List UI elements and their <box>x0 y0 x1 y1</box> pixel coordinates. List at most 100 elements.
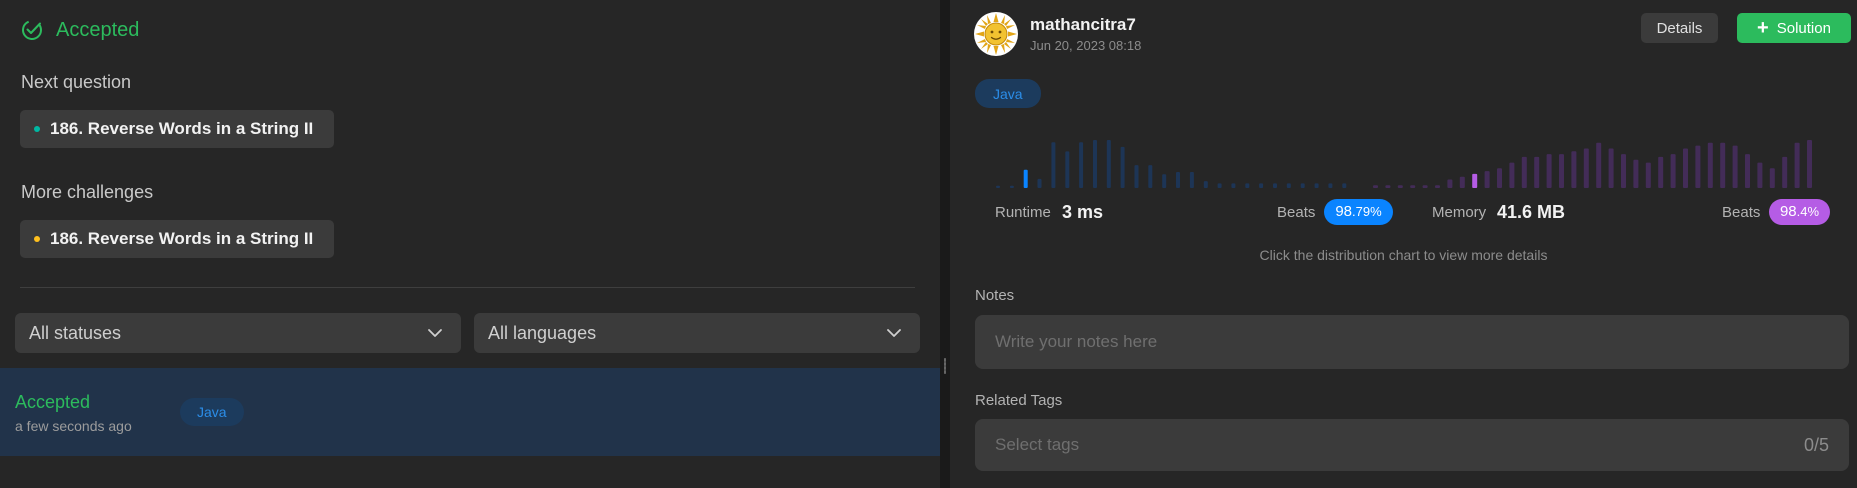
runtime-distribution-bar[interactable] <box>1259 183 1264 188</box>
chevron-down-icon <box>887 329 901 337</box>
memory-distribution-bar[interactable] <box>1410 185 1416 188</box>
runtime-distribution-bar[interactable] <box>1093 140 1097 188</box>
tags-placeholder: Select tags <box>995 435 1080 454</box>
runtime-distribution-chart[interactable] <box>996 140 1347 188</box>
chevron-down-icon <box>428 329 442 337</box>
language-filter-select[interactable]: All languages <box>474 313 920 353</box>
memory-distribution-bar[interactable] <box>1745 154 1750 188</box>
memory-distribution-bar[interactable] <box>1732 145 1738 188</box>
status-filter-value: All statuses <box>29 322 122 343</box>
memory-distribution-bar[interactable] <box>1509 162 1515 188</box>
tags-count: 0/5 <box>1803 434 1829 455</box>
drag-grip-icon <box>944 358 946 374</box>
memory-distribution-bar[interactable] <box>1559 154 1564 188</box>
runtime-distribution-bar[interactable] <box>1286 183 1291 188</box>
runtime-beats-frac: .79% <box>1352 204 1382 219</box>
runtime-distribution-bar[interactable] <box>1079 142 1084 188</box>
memory-distribution-bar[interactable] <box>1435 185 1440 188</box>
runtime-distribution-bar[interactable] <box>1176 172 1180 188</box>
memory-label: Memory <box>1432 204 1487 221</box>
memory-distribution-bar[interactable] <box>1459 176 1465 188</box>
memory-distribution-bar[interactable] <box>1782 156 1788 188</box>
memory-distribution-bar[interactable] <box>1497 168 1502 188</box>
runtime-distribution-bar[interactable] <box>1120 146 1125 188</box>
runtime-beats-main: 98 <box>1335 203 1353 220</box>
runtime-distribution-bar[interactable] <box>1134 165 1139 188</box>
memory-distribution-bar[interactable] <box>1571 151 1577 188</box>
runtime-distribution-bar[interactable] <box>1065 151 1070 188</box>
memory-distribution-bar[interactable] <box>1769 168 1775 188</box>
next-question-button[interactable]: 186. Reverse Words in a String II <box>20 110 334 148</box>
runtime-distribution-bar[interactable] <box>1217 183 1222 188</box>
panel-resize-handle[interactable] <box>940 0 950 488</box>
memory-distribution-bar[interactable] <box>1583 148 1589 189</box>
submission-language-badge: Java <box>180 398 244 426</box>
runtime-distribution-bar[interactable] <box>1245 183 1250 188</box>
runtime-distribution-bar[interactable] <box>1106 140 1111 188</box>
memory-beats-main: 98 <box>1779 203 1797 220</box>
memory-distribution-bar[interactable] <box>1695 145 1701 188</box>
details-button[interactable]: Details <box>1641 13 1718 43</box>
more-challenge-title: 186. Reverse Words in a String II <box>50 229 314 248</box>
notes-input[interactable]: Write your notes here <box>975 315 1849 369</box>
memory-distribution-bar[interactable] <box>1794 142 1800 188</box>
memory-distribution-bar[interactable] <box>1633 159 1639 188</box>
memory-distribution-bar[interactable] <box>1373 185 1378 188</box>
runtime-distribution-bar[interactable] <box>1162 174 1167 188</box>
more-challenge-button[interactable]: 186. Reverse Words in a String II <box>20 220 334 258</box>
memory-distribution-bar[interactable] <box>1707 142 1713 188</box>
memory-distribution-bar[interactable] <box>1472 173 1478 188</box>
runtime-distribution-bar[interactable] <box>1148 165 1153 188</box>
distribution-hint: Click the distribution chart to view mor… <box>1259 247 1548 263</box>
avatar[interactable] <box>974 12 1018 56</box>
runtime-distribution-bar[interactable] <box>1009 185 1014 188</box>
memory-distribution-chart[interactable] <box>1373 140 1812 188</box>
next-question-label: Next question <box>21 72 132 92</box>
memory-distribution-bar[interactable] <box>1534 156 1540 188</box>
runtime-distribution-bar[interactable] <box>1342 183 1347 188</box>
memory-distribution-bar[interactable] <box>1645 162 1651 188</box>
notes-label: Notes <box>975 287 1015 304</box>
memory-distribution-bar[interactable] <box>1720 142 1726 188</box>
memory-distribution-bar[interactable] <box>1546 154 1552 188</box>
memory-distribution-bar[interactable] <box>1658 156 1664 188</box>
memory-distribution-bar[interactable] <box>1447 179 1453 189</box>
memory-distribution-bar[interactable] <box>1621 154 1626 188</box>
runtime-distribution-bar[interactable] <box>1231 183 1236 188</box>
memory-distribution-bar[interactable] <box>1397 185 1403 188</box>
runtime-distribution-bar[interactable] <box>1189 172 1194 188</box>
next-question-title: 186. Reverse Words in a String II <box>50 119 314 138</box>
memory-distribution-bar[interactable] <box>1683 148 1688 189</box>
tags-select[interactable]: Select tags 0/5 <box>975 419 1849 471</box>
memory-beats-frac: .4% <box>1796 204 1820 219</box>
runtime-label: Runtime <box>995 204 1051 221</box>
runtime-value: 3 ms <box>1062 202 1104 222</box>
memory-distribution-bar[interactable] <box>1757 162 1763 188</box>
memory-distribution-bar[interactable] <box>1385 185 1391 188</box>
runtime-distribution-bar[interactable] <box>1203 181 1208 188</box>
runtime-distribution-bar[interactable] <box>1300 183 1305 188</box>
memory-distribution-bar[interactable] <box>1422 185 1428 188</box>
memory-beats-label: Beats <box>1722 204 1761 221</box>
memory-distribution-bar[interactable] <box>1670 154 1676 188</box>
memory-value: 41.6 MB <box>1497 202 1566 222</box>
distribution-charts[interactable] <box>990 138 1820 196</box>
username[interactable]: mathancitra7 <box>1030 15 1136 35</box>
submission-row[interactable]: Accepted a few seconds ago Java <box>0 368 940 456</box>
runtime-distribution-bar[interactable] <box>1273 183 1277 188</box>
memory-distribution-bar[interactable] <box>1608 148 1614 189</box>
solution-button[interactable]: + Solution <box>1737 13 1851 43</box>
language-badge: Java <box>975 79 1041 108</box>
memory-distribution-bar[interactable] <box>1521 156 1527 188</box>
runtime-distribution-bar[interactable] <box>996 185 1000 188</box>
submission-result-panel: Accepted Next question 186. Reverse Word… <box>0 0 940 488</box>
status-filter-select[interactable]: All statuses <box>15 313 461 353</box>
memory-distribution-bar[interactable] <box>1484 171 1490 188</box>
runtime-distribution-bar[interactable] <box>1037 178 1042 188</box>
memory-distribution-bar[interactable] <box>1596 142 1602 188</box>
runtime-distribution-bar[interactable] <box>1023 169 1028 188</box>
memory-distribution-bar[interactable] <box>1807 140 1812 188</box>
runtime-distribution-bar[interactable] <box>1328 183 1333 188</box>
runtime-distribution-bar[interactable] <box>1314 183 1319 188</box>
runtime-distribution-bar[interactable] <box>1051 142 1056 188</box>
